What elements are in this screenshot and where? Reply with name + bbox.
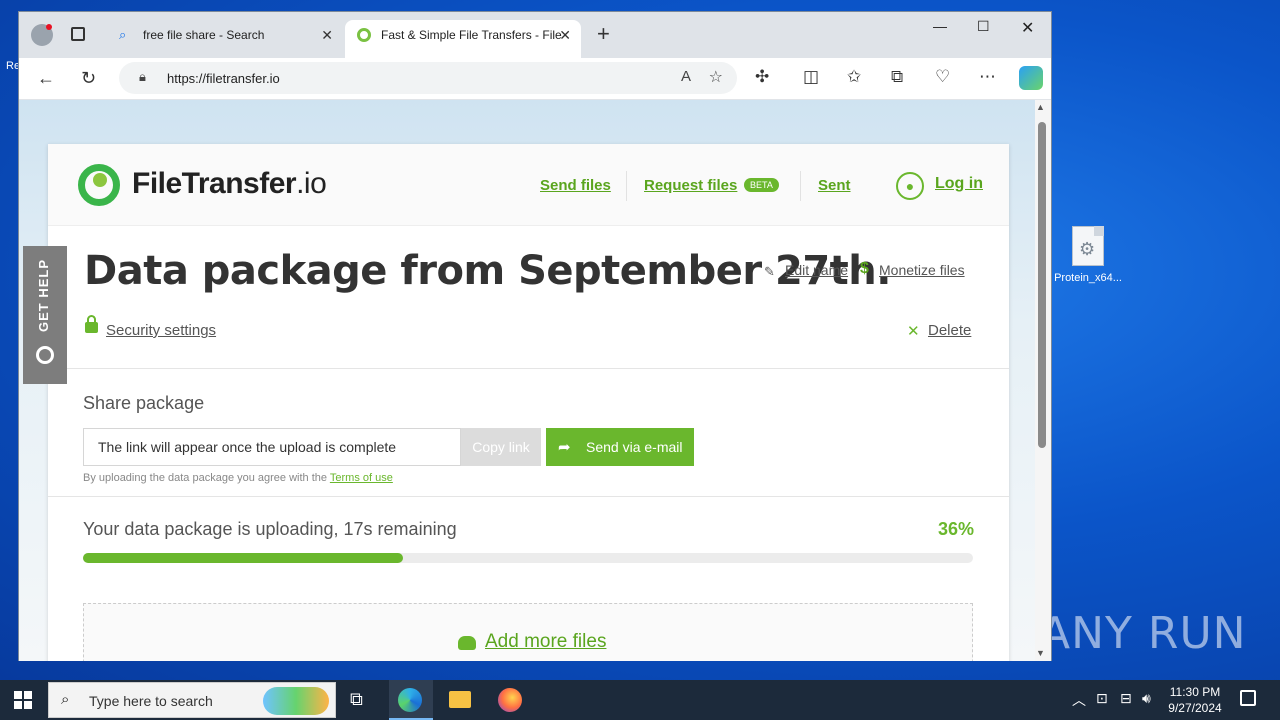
back-icon[interactable]: ← bbox=[37, 68, 55, 89]
logo-icon[interactable] bbox=[78, 164, 120, 206]
upload-progress-bar bbox=[83, 553, 973, 563]
get-help-tab[interactable]: GET HELP bbox=[23, 246, 67, 384]
terms-notice: By uploading the data package you agree … bbox=[83, 472, 393, 484]
user-icon[interactable]: ● bbox=[896, 172, 924, 200]
edge-icon[interactable] bbox=[398, 688, 422, 712]
add-more-files-link[interactable]: Add more files bbox=[485, 631, 606, 653]
delete-icon: ✕ bbox=[907, 323, 920, 340]
read-aloud-icon[interactable]: A bbox=[681, 68, 691, 85]
edit-name-link[interactable]: Edit name bbox=[785, 262, 848, 278]
taskbar-search[interactable]: ⌕ Type here to search bbox=[48, 682, 336, 718]
clock-date: 9/27/2024 bbox=[1168, 701, 1222, 715]
desktop-file-label: Protein_x64... bbox=[1054, 272, 1122, 284]
clock-time: 11:30 PM bbox=[1169, 685, 1221, 699]
network-status-icon[interactable]: ⊡ bbox=[1096, 690, 1108, 707]
site-header: FileTransfer.io Send files Request files… bbox=[48, 144, 1009, 226]
nav-send-files[interactable]: Send files bbox=[540, 177, 611, 194]
upload-status: Your data package is uploading, 17s rema… bbox=[83, 519, 457, 539]
taskbar-search-placeholder: Type here to search bbox=[89, 693, 213, 709]
tab-filetransfer[interactable]: Fast & Simple File Transfers - File ✕ bbox=[345, 20, 581, 58]
terms-of-use-link[interactable]: Terms of use bbox=[330, 472, 393, 484]
tab-search[interactable]: ⌕ free file share - Search ✕ bbox=[107, 20, 343, 58]
system-clock[interactable]: 11:30 PM 9/27/2024 bbox=[1160, 684, 1230, 716]
collections-icon[interactable]: ⧉ bbox=[891, 67, 903, 87]
start-button[interactable] bbox=[14, 691, 32, 709]
browser-window: ⌕ free file share - Search ✕ Fast & Simp… bbox=[18, 11, 1052, 661]
main-card: FileTransfer.io Send files Request files… bbox=[48, 144, 1009, 661]
maximize-button[interactable]: ☐ bbox=[977, 18, 990, 35]
cloud-upload-icon bbox=[458, 636, 476, 650]
scrollbar-thumb[interactable] bbox=[1038, 122, 1046, 448]
tab-label: Fast & Simple File Transfers - File bbox=[381, 28, 562, 42]
file-explorer-icon[interactable] bbox=[449, 691, 471, 708]
close-window-button[interactable]: ✕ bbox=[1021, 18, 1034, 38]
share-link-input[interactable] bbox=[83, 428, 461, 466]
lock-icon[interactable]: 🔒︎ bbox=[139, 69, 146, 85]
delete-link[interactable]: Delete bbox=[928, 322, 971, 339]
copilot-icon[interactable] bbox=[1019, 66, 1043, 90]
beta-badge: BETA bbox=[744, 178, 779, 192]
desktop-file-icon[interactable]: ⚙ Protein_x64... bbox=[1052, 226, 1124, 284]
refresh-icon[interactable]: ↻ bbox=[81, 68, 96, 89]
lock-icon bbox=[85, 315, 98, 333]
gear-icon: ⚙ bbox=[1079, 239, 1096, 259]
scroll-down-icon[interactable]: ▼ bbox=[1036, 648, 1045, 658]
file-icon: ⚙ bbox=[1072, 226, 1104, 266]
tab-actions-icon[interactable] bbox=[71, 27, 85, 41]
nav-separator bbox=[800, 171, 801, 201]
search-highlight-icon bbox=[263, 687, 329, 715]
get-help-label: GET HELP bbox=[36, 258, 51, 332]
add-files-dropzone[interactable]: Add more files bbox=[83, 603, 973, 661]
firefox-icon[interactable] bbox=[498, 688, 522, 712]
monetize-files-link[interactable]: Monetize files bbox=[879, 262, 965, 278]
copy-link-button[interactable]: Copy link bbox=[461, 428, 541, 466]
notification-dot bbox=[46, 24, 52, 30]
share-arrow-icon: ➦ bbox=[558, 439, 571, 456]
search-icon: ⌕ bbox=[61, 691, 70, 708]
upload-progress-fill bbox=[83, 553, 404, 563]
nav-separator bbox=[626, 171, 627, 201]
extensions-icon[interactable]: ✣ bbox=[755, 67, 769, 87]
search-icon: ⌕ bbox=[119, 27, 127, 42]
taskbar: ⌕ Type here to search ⧉ ︿ ⊡ ⊟ 🔊︎ 11:30 P… bbox=[0, 680, 1280, 720]
dollar-icon: $ bbox=[860, 260, 869, 277]
split-screen-icon[interactable]: ◫ bbox=[803, 67, 819, 87]
filetransfer-favicon-icon bbox=[357, 28, 371, 42]
lifebuoy-icon bbox=[36, 346, 54, 364]
share-heading: Share package bbox=[83, 393, 205, 413]
new-tab-button[interactable]: + bbox=[597, 23, 610, 45]
favorites-icon[interactable]: ✩ bbox=[847, 67, 861, 87]
minimize-button[interactable]: — bbox=[933, 18, 947, 34]
divider bbox=[48, 496, 1009, 497]
url-text: https://filetransfer.io bbox=[167, 71, 280, 86]
tab-label: free file share - Search bbox=[143, 28, 265, 42]
network-icon[interactable]: ⊟ bbox=[1120, 690, 1132, 707]
login-link[interactable]: Log in bbox=[935, 175, 983, 193]
logo-text[interactable]: FileTransfer.io bbox=[132, 167, 327, 201]
pencil-icon: ✎ bbox=[764, 264, 775, 279]
address-bar-row: ← ↻ 🔒︎ https://filetransfer.io A ☆ ✣ ◫ ✩… bbox=[19, 58, 1051, 100]
nav-request-files[interactable]: Request files bbox=[644, 177, 737, 194]
task-view-icon[interactable]: ⧉ bbox=[350, 689, 363, 710]
upload-percent: 36% bbox=[937, 519, 974, 539]
close-icon[interactable]: ✕ bbox=[559, 20, 571, 50]
send-email-button[interactable]: ➦ Send via e-mail bbox=[546, 428, 694, 466]
divider bbox=[48, 368, 1009, 369]
performance-icon[interactable]: ♡ bbox=[935, 67, 950, 87]
address-bar[interactable]: 🔒︎ https://filetransfer.io A ☆ bbox=[119, 62, 737, 94]
page-viewport: FileTransfer.io Send files Request files… bbox=[19, 100, 1035, 661]
scroll-up-icon[interactable]: ▲ bbox=[1036, 102, 1045, 112]
watermark: ANY RUN bbox=[1040, 608, 1247, 659]
security-settings-link[interactable]: Security settings bbox=[106, 322, 216, 339]
tab-bar: ⌕ free file share - Search ✕ Fast & Simp… bbox=[19, 12, 1051, 58]
volume-icon[interactable]: 🔊︎ bbox=[1142, 690, 1151, 707]
chevron-up-icon[interactable]: ︿ bbox=[1072, 690, 1086, 710]
nav-sent[interactable]: Sent bbox=[818, 177, 851, 194]
favorite-star-icon[interactable]: ☆ bbox=[709, 67, 723, 87]
notification-icon[interactable] bbox=[1240, 690, 1256, 706]
more-menu-icon[interactable]: ⋯ bbox=[979, 67, 996, 87]
close-icon[interactable]: ✕ bbox=[321, 20, 333, 50]
